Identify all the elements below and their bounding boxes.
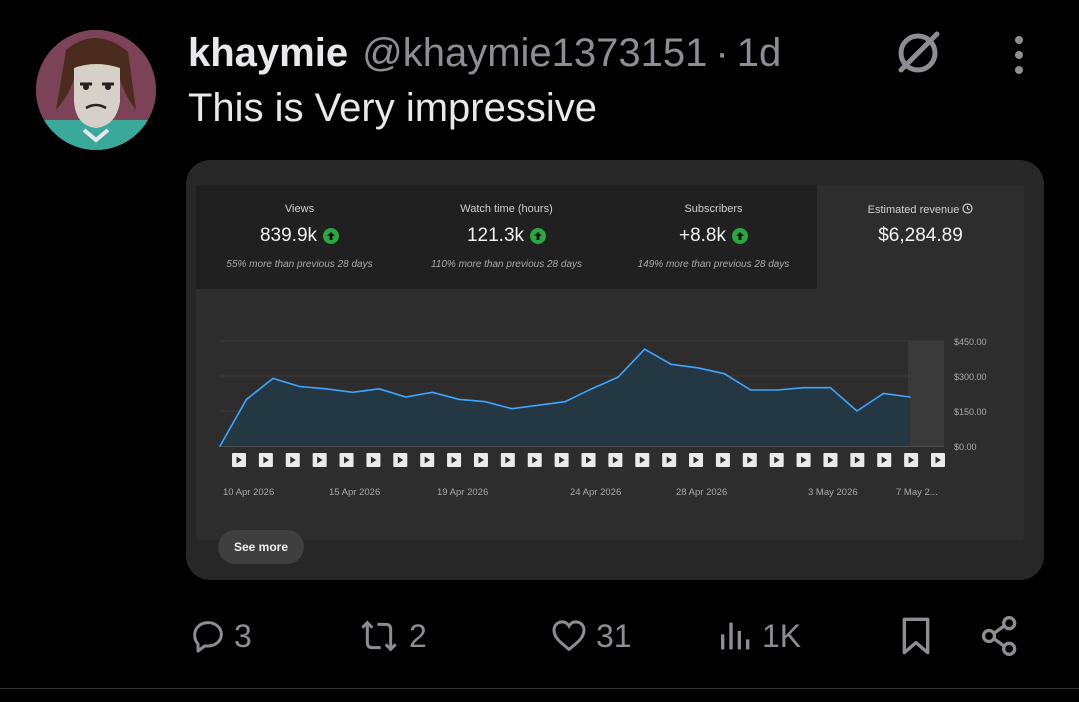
data-point <box>856 410 858 412</box>
y-tick-label: $300.00 <box>954 372 987 382</box>
metric-label: Views <box>284 203 315 215</box>
x-tick-label: 3 May 2026 <box>808 487 858 498</box>
x-tick-label: 15 Apr 2026 <box>329 487 380 498</box>
more-icon[interactable] <box>1004 34 1034 78</box>
x-tick-label: 19 Apr 2026 <box>437 487 488 498</box>
post-time[interactable]: 1d <box>737 31 782 76</box>
metric-comparison: 110% more than previous 28 days <box>430 259 582 270</box>
data-point <box>245 398 248 401</box>
data-point <box>564 400 566 403</box>
trend-up-icon <box>323 228 340 244</box>
divider <box>0 688 1079 689</box>
grok-icon[interactable] <box>893 28 943 78</box>
metric-label: Subscribers <box>684 203 743 215</box>
y-tick-label: $450.00 <box>954 337 987 347</box>
data-point <box>511 407 513 410</box>
data-point <box>829 386 832 389</box>
data-point <box>351 391 354 394</box>
post-media[interactable]: Views 839.9k 55% more than previous 28 d… <box>186 160 1044 580</box>
see-more-button[interactable]: See more <box>218 530 304 564</box>
view-count: 1K <box>762 617 802 654</box>
metric-value: $6,284.89 <box>878 225 963 246</box>
data-point <box>298 385 301 388</box>
share-button[interactable] <box>978 608 1022 664</box>
bookmark-button[interactable] <box>896 608 936 664</box>
y-tick-label: $150.00 <box>954 407 987 417</box>
like-button[interactable]: 31 <box>548 608 632 664</box>
post-text: This is Very impressive <box>188 86 597 130</box>
data-point <box>776 389 779 391</box>
trend-up-icon <box>732 228 748 244</box>
metric-views[interactable]: Views 839.9k 55% more than previous 28 d… <box>196 185 403 289</box>
repost-icon <box>361 620 397 652</box>
metric-label: Watch time (hours) <box>460 203 553 215</box>
metric-subscribers[interactable]: Subscribers +8.8k 149% more than previou… <box>610 185 817 289</box>
post-header: khaymie @khaymie1373151 · 1d <box>188 28 781 78</box>
data-point <box>696 367 699 369</box>
x-tick-label: 28 Apr 2026 <box>676 487 727 498</box>
avatar[interactable] <box>36 30 156 150</box>
data-point <box>590 388 593 390</box>
repost-count: 2 <box>409 617 427 654</box>
data-point <box>484 400 487 403</box>
metric-comparison: 55% more than previous 28 days <box>226 259 373 270</box>
like-count: 31 <box>596 617 632 654</box>
reply-icon <box>193 621 223 653</box>
metric-comparison: 149% more than previous 28 days <box>637 259 790 270</box>
metric-watch-time[interactable]: Watch time (hours) 121.3k 110% more than… <box>403 185 610 289</box>
metric-revenue[interactable]: Estimated revenue $6,284.89 <box>817 185 1024 289</box>
clock-icon <box>962 203 973 214</box>
data-point <box>882 392 885 395</box>
data-point <box>378 388 381 390</box>
reply-button[interactable]: 3 <box>188 608 252 664</box>
separator: · <box>715 30 729 75</box>
metric-value: 121.3k <box>466 225 525 246</box>
data-point <box>617 376 619 378</box>
analytics-card: Views 839.9k 55% more than previous 28 d… <box>196 185 1024 540</box>
action-bar: 3 2 31 1K <box>0 608 1079 664</box>
author-name[interactable]: khaymie <box>188 31 348 76</box>
revenue-chart: $450.00 $300.00 $150.00 $0.00 10 Apr 2026 15 … <box>219 337 987 498</box>
share-icon <box>981 616 1017 656</box>
bookmark-icon <box>902 617 930 655</box>
data-point <box>909 396 911 398</box>
x-tick-label: 10 Apr 2026 <box>223 487 274 498</box>
metric-value: 839.9k <box>259 225 318 246</box>
data-point <box>325 388 327 390</box>
views-button[interactable]: 1K <box>716 608 801 664</box>
data-point <box>431 391 434 394</box>
data-point <box>537 404 540 406</box>
author-handle[interactable]: @khaymie1373151 <box>362 31 707 76</box>
x-tick-label: 7 May 2... <box>896 487 938 498</box>
x-tick-label: 24 Apr 2026 <box>570 487 621 498</box>
views-icon <box>721 622 750 650</box>
data-point <box>803 386 805 389</box>
metrics-row: Views 839.9k 55% more than previous 28 d… <box>196 185 1024 289</box>
reply-count: 3 <box>234 617 252 654</box>
like-icon <box>552 620 586 652</box>
metric-value: +8.8k <box>678 225 726 246</box>
data-point <box>723 372 726 375</box>
metric-label: Estimated revenue <box>817 203 1024 216</box>
trend-up-icon <box>530 228 547 244</box>
data-point <box>404 396 407 398</box>
data-point <box>458 398 460 401</box>
data-point <box>670 363 672 366</box>
data-point <box>272 377 274 380</box>
y-tick-label: $0.00 <box>954 442 977 452</box>
data-point <box>643 348 646 350</box>
partial-period-band <box>908 341 944 446</box>
series-area <box>220 349 910 446</box>
repost-button[interactable]: 2 <box>355 608 427 664</box>
data-point <box>749 389 752 391</box>
data-point <box>219 445 221 447</box>
